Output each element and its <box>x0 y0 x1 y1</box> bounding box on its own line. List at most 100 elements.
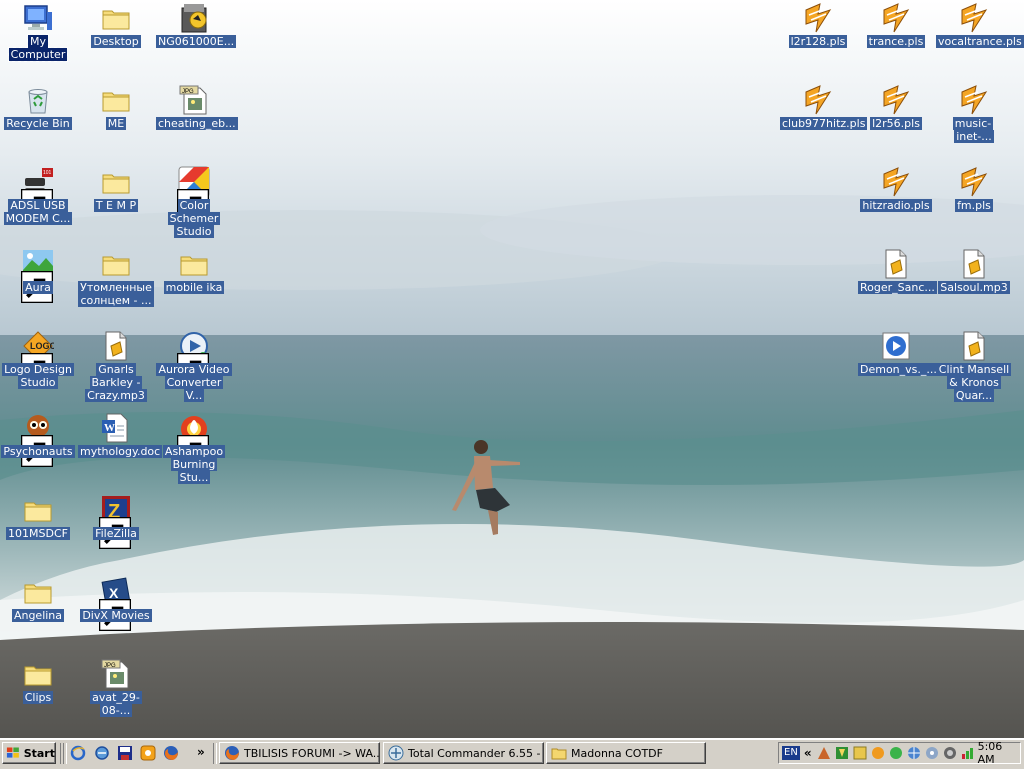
desktop-icon[interactable]: Clint Mansell & Kronos Quar... <box>936 328 1012 402</box>
desktop-icon[interactable]: ME <box>78 82 154 156</box>
recycle-bin-icon <box>22 84 54 116</box>
desktop-icon-label-text: Salsoul.mp3 <box>938 281 1010 294</box>
desktop-icon-label-text: fm.pls <box>955 199 993 212</box>
desktop-icon[interactable]: Ashampoo Burning Stu... <box>156 410 232 484</box>
language-indicator[interactable]: EN <box>782 746 800 760</box>
network-tray-icon[interactable] <box>888 745 904 761</box>
desktop-icon[interactable]: l2r128.pls <box>780 0 856 74</box>
taskbar-button-folder[interactable]: Madonna COTDF <box>546 742 706 764</box>
folder-icon <box>22 494 54 526</box>
desktop-icon[interactable]: JPG cheating_eb... <box>156 82 238 156</box>
system-tray: EN « 5:06 AM <box>778 740 1021 766</box>
globe-tray-icon[interactable] <box>906 745 922 761</box>
ie-icon[interactable] <box>94 745 110 761</box>
modem-icon: 101 <box>21 166 54 221</box>
divx-icon: X <box>99 576 132 631</box>
desktop-icon[interactable]: Gnarls Barkley - Crazy.mp3 <box>78 328 154 402</box>
desktop-icon[interactable]: JPG avat_29-08-... <box>78 656 154 730</box>
color-schemer-icon <box>177 166 210 221</box>
taskbar-button-total-commander[interactable]: Total Commander 6.55 - ... <box>383 742 544 764</box>
taskbar-button-firefox[interactable]: TBILISIS FORUMI -> WA... <box>219 742 380 764</box>
desktop-icon[interactable]: hitzradio.pls <box>858 164 934 238</box>
shortcut-arrow-icon <box>177 353 209 385</box>
desktop-icon[interactable]: Psychonauts <box>0 410 76 484</box>
desktop-icon[interactable]: My Computer <box>0 0 76 74</box>
desktop-icon-label: My Computer <box>0 34 76 62</box>
desktop-icon[interactable]: Recycle Bin <box>0 82 76 156</box>
disc-tray-icon[interactable] <box>924 745 940 761</box>
audio-file-icon <box>880 248 912 280</box>
folder-icon <box>100 2 132 34</box>
desktop-icon[interactable]: Aurora Video Converter V... <box>156 328 232 402</box>
signal-tray-icon[interactable] <box>960 745 976 761</box>
desktop-icon[interactable]: trance.pls <box>858 0 934 74</box>
desktop-icon[interactable]: fm.pls <box>936 164 1012 238</box>
desktop-icon-label-text: Roger_Sanc... <box>858 281 937 294</box>
desktop-icon[interactable]: 101 ADSL USB MODEM C... <box>0 164 76 238</box>
desktop-icon-label: ME <box>78 117 154 130</box>
desktop-icon[interactable]: Color Schemer Studio <box>156 164 232 238</box>
desktop-icon-label-text: Recycle Bin <box>4 117 72 130</box>
desktop-icon[interactable]: Demon_vs._... <box>858 328 939 402</box>
desktop-icon[interactable]: Утомленные солнцем - ... <box>78 246 154 320</box>
desktop-icon[interactable]: Desktop <box>78 0 154 74</box>
desktop-icon-label: Psychonauts <box>0 445 76 458</box>
save-icon[interactable] <box>117 745 133 761</box>
desktop-icon[interactable]: Angelina <box>0 574 76 648</box>
app-tray-icon[interactable] <box>816 745 832 761</box>
desktop-icon-label: Recycle Bin <box>0 117 76 130</box>
desktop-icon-label: Aura <box>0 281 76 294</box>
desktop-icon[interactable]: NG061000E... <box>156 0 237 74</box>
desktop-icon[interactable]: T E M P <box>78 164 154 238</box>
desktop-icon[interactable]: mobile ika <box>156 246 232 320</box>
firefox-icon[interactable] <box>163 745 179 761</box>
desktop-icon[interactable]: l2r56.pls <box>858 82 934 156</box>
desktop-icon-label: hitzradio.pls <box>858 199 934 212</box>
start-button[interactable]: Start <box>2 742 56 764</box>
clock[interactable]: 5:06 AM <box>978 740 1012 766</box>
task-label: Madonna COTDF <box>571 746 663 760</box>
ie-icon[interactable] <box>70 745 86 761</box>
desktop-icon[interactable]: X DivX Movies <box>78 574 154 648</box>
green-tray-icon[interactable] <box>852 745 868 761</box>
desktop-icon[interactable]: 101MSDCF <box>0 492 76 566</box>
desktop-icon-label-text: avat_29-08-... <box>90 691 142 717</box>
desktop-icon-label: Clint Mansell & Kronos Quar... <box>936 363 1012 402</box>
desktop-icon-label: mobile ika <box>156 281 232 294</box>
quick-launch-chevron[interactable]: » <box>197 745 205 759</box>
desktop-icon-label-text: Ashampoo Burning Stu... <box>162 445 226 484</box>
volume-tray-icon[interactable] <box>942 745 958 761</box>
desktop-icon-label-text: Desktop <box>91 35 141 48</box>
desktop-icon-label-text: Gnarls Barkley - Crazy.mp3 <box>85 363 147 402</box>
audio-file-icon <box>100 330 132 362</box>
desktop-icon[interactable]: Roger_Sanc... <box>858 246 937 320</box>
desktop-icon[interactable]: Salsoul.mp3 <box>936 246 1012 320</box>
tray-expand-button[interactable]: « <box>802 746 814 760</box>
desktop-icon[interactable]: music-inet-... <box>936 82 1012 156</box>
desktop-icon[interactable]: vocaltrance.pls <box>936 0 1024 74</box>
jpg-file-icon: JPG <box>178 84 210 116</box>
desktop-icon-label-text: ADSL USB MODEM C... <box>3 199 73 225</box>
desktop-icon[interactable]: Wmythology.doc <box>78 410 163 484</box>
desktop-icon[interactable]: club977hitz.pls <box>780 82 868 156</box>
desktop[interactable]: My Computer Recycle Bin 101 ADSL USB MODEM … <box>0 0 1024 738</box>
start-label: Start <box>23 746 55 760</box>
orange-app-icon[interactable] <box>140 745 156 761</box>
desktop-icon[interactable]: Clips <box>0 656 76 730</box>
desktop-icon-label: Утомленные солнцем - ... <box>78 281 154 307</box>
landscape-icon <box>21 248 54 303</box>
desktop-icon-label: vocaltrance.pls <box>936 35 1024 48</box>
desktop-icon-label: trance.pls <box>858 35 934 48</box>
desktop-icon[interactable]: Aura <box>0 246 76 320</box>
orange-tray-icon[interactable] <box>870 745 886 761</box>
shortcut-arrow-icon <box>21 189 53 221</box>
winamp-tray-icon[interactable] <box>834 745 850 761</box>
desktop-icon[interactable]: LOGO Logo Design Studio <box>0 328 76 402</box>
desktop-icon-label-text: DivX Movies <box>80 609 152 622</box>
desktop-icon-label: music-inet-... <box>936 117 1012 143</box>
folder-icon <box>22 658 54 690</box>
desktop-icon[interactable]: Z FileZilla <box>78 492 154 566</box>
winamp-playlist-icon <box>958 2 990 34</box>
desktop-icon-label-text: mythology.doc <box>78 445 163 458</box>
desktop-icon-label: Clips <box>0 691 76 704</box>
